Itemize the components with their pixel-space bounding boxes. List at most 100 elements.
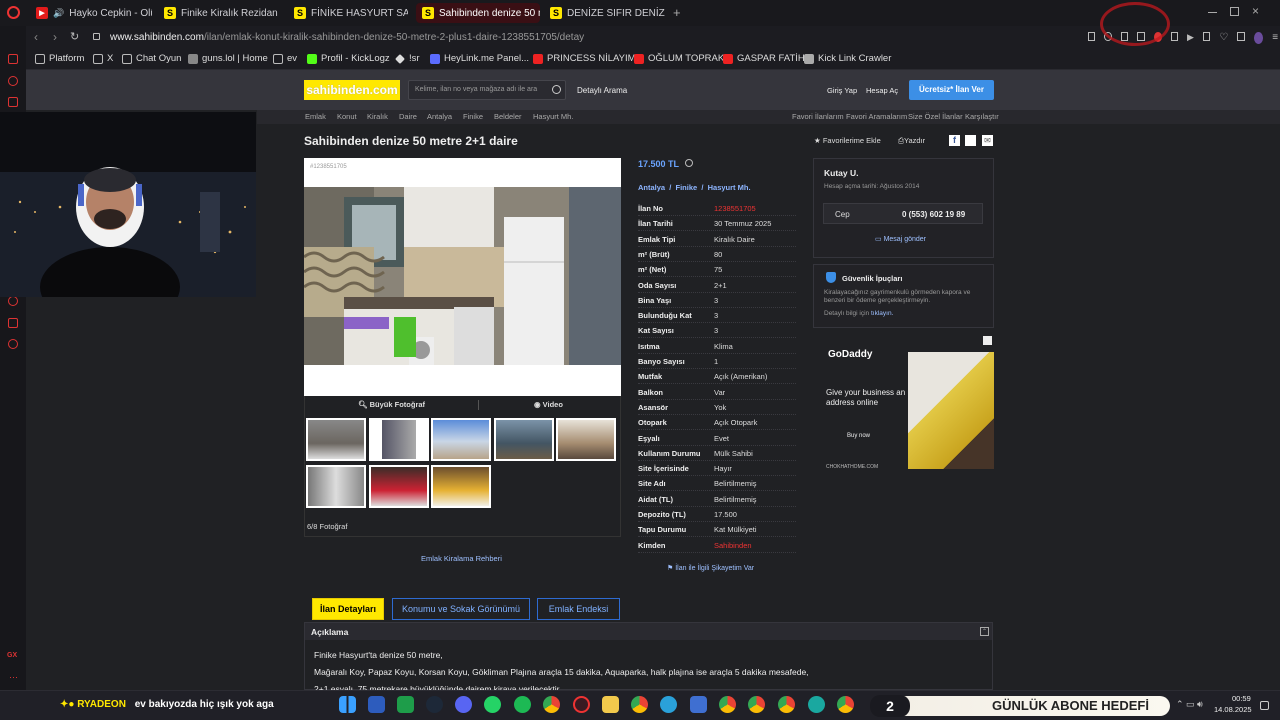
- sahibinden-logo[interactable]: sahibinden.com: [304, 80, 400, 100]
- notification-icon[interactable]: [1260, 701, 1269, 710]
- bookmark-kicklogz[interactable]: Profil - KickLogz: [307, 53, 390, 64]
- sidebar-settings-icon[interactable]: [8, 339, 18, 349]
- sidebar-messenger-icon[interactable]: [8, 54, 18, 64]
- register-link[interactable]: Hesap Aç: [866, 86, 898, 95]
- rental-guide-link[interactable]: Emlak Kiralama Rehberi: [421, 554, 502, 563]
- tab-youtube[interactable]: ▶ 🔊 Hayko Cepkin - Olüyo: [30, 3, 152, 23]
- opera-logo-icon[interactable]: [7, 6, 20, 19]
- minimize-icon[interactable]: [1208, 12, 1217, 13]
- bookmark-princess[interactable]: PRINCESS NİLAYIM: [533, 53, 636, 64]
- extensions-icon[interactable]: [1237, 32, 1245, 41]
- login-link[interactable]: Giriş Yap: [827, 86, 857, 95]
- twitter-share-icon[interactable]: [965, 135, 976, 146]
- chrome-icon[interactable]: [748, 696, 765, 713]
- bookmark-gaspar[interactable]: GASPAR FATİH: [723, 53, 805, 64]
- chrome-profile-icon[interactable]: [631, 696, 648, 713]
- send-icon[interactable]: [1202, 32, 1211, 41]
- url-field[interactable]: www.sahibinden.com/ilan/emlak-konut-kira…: [110, 32, 584, 43]
- chrome-icon[interactable]: [837, 696, 854, 713]
- edge-icon[interactable]: [808, 696, 825, 713]
- godaddy-ad[interactable]: GoDaddy Give your business an address on…: [823, 336, 994, 474]
- top-link-fav-searches[interactable]: Favori Aramalarım: [846, 112, 907, 121]
- complaint-link[interactable]: ⚑ İlan ile İlgili Şikayetim Var: [667, 564, 754, 572]
- sidebar-toggle-icon[interactable]: [1088, 32, 1096, 41]
- search-icon[interactable]: [552, 85, 561, 94]
- ad-buy-button[interactable]: Buy now: [847, 433, 870, 439]
- spotify-icon[interactable]: [514, 696, 531, 713]
- heart-icon[interactable]: ♡: [1219, 32, 1228, 45]
- sidebar-more-icon[interactable]: ⋯: [9, 672, 18, 683]
- top-link-special[interactable]: Size Özel İlanlar: [908, 112, 963, 121]
- breadcrumb-item[interactable]: Emlak: [305, 112, 326, 121]
- bookmark-chat-oyun[interactable]: Chat Oyun: [122, 53, 181, 64]
- file-explorer-icon[interactable]: [602, 696, 619, 713]
- breadcrumb-item[interactable]: Antalya: [427, 112, 452, 121]
- chrome-icon[interactable]: [719, 696, 736, 713]
- phone-box[interactable]: Cep 0 (553) 602 19 89: [823, 203, 983, 224]
- bookmark-heylink[interactable]: HeyLink.me Panel...: [430, 53, 529, 64]
- sidebar-history-icon[interactable]: [8, 76, 18, 86]
- play-icon[interactable]: ▶: [1187, 32, 1194, 45]
- print-link[interactable]: ⎙Yazdır: [898, 136, 925, 146]
- settings-app-icon[interactable]: [690, 696, 707, 713]
- bookmark-guns[interactable]: guns.lol | Home: [188, 53, 268, 64]
- seller-name[interactable]: Kutay U.: [824, 168, 858, 178]
- site-search-input[interactable]: Kelime, ilan no veya mağaza adı ile ara: [408, 80, 566, 100]
- opera-gx-icon[interactable]: [573, 696, 590, 713]
- bookmark-x[interactable]: X: [93, 53, 113, 64]
- tab-deniz-sifir[interactable]: S DENİZE SIFIR DENİZ MAN: [544, 3, 666, 23]
- tab-listing-details[interactable]: İlan Detayları: [312, 598, 384, 620]
- breadcrumb-item[interactable]: Konut: [337, 112, 357, 121]
- collapse-icon[interactable]: ⌃: [980, 627, 989, 636]
- sidebar-extensions-icon[interactable]: [8, 318, 18, 328]
- detailed-search-link[interactable]: Detaylı Arama: [577, 86, 627, 95]
- tab-finike-rezidans[interactable]: S Finike Kiralık Rezidans, V: [158, 3, 278, 23]
- post-ad-button[interactable]: Ücretsiz* İlan Ver: [909, 80, 994, 100]
- chrome-icon[interactable]: [778, 696, 795, 713]
- windows-start-icon[interactable]: [339, 696, 356, 713]
- tab-real-estate-index[interactable]: Emlak Endeksi: [537, 598, 620, 620]
- back-icon[interactable]: ‹: [34, 30, 38, 44]
- security-app-icon[interactable]: [368, 696, 385, 713]
- tray-icons[interactable]: ⌃ ▭ 🔊︎: [1176, 699, 1203, 710]
- discord-icon[interactable]: [455, 696, 472, 713]
- breadcrumb-item[interactable]: Finike: [463, 112, 483, 121]
- xbox-app-icon[interactable]: [397, 696, 414, 713]
- whatsapp-icon[interactable]: [484, 696, 501, 713]
- price-history-icon[interactable]: [685, 159, 694, 167]
- tab-location-street[interactable]: Konumu ve Sokak Görünümü: [392, 598, 530, 620]
- translate-icon[interactable]: [1170, 32, 1179, 41]
- window-controls[interactable]: ×: [1200, 4, 1270, 19]
- breadcrumb-item[interactable]: Daire: [399, 112, 417, 121]
- location-link[interactable]: Antalya / Finike / Hasyurt Mh.: [638, 183, 751, 192]
- bookmark-ev[interactable]: ev: [273, 53, 297, 64]
- steam-icon[interactable]: [426, 696, 443, 713]
- sidebar-gx-icon[interactable]: GX: [7, 652, 17, 659]
- bookmark-oglum-toprak[interactable]: OĞLUM TOPRAK: [634, 53, 724, 64]
- email-share-icon[interactable]: ✉: [982, 135, 993, 146]
- sidebar-wallet-icon[interactable]: [8, 97, 18, 107]
- sidebar-history2-icon[interactable]: [8, 296, 18, 306]
- new-tab-plus-icon[interactable]: +: [673, 5, 681, 20]
- chrome-icon[interactable]: [543, 696, 560, 713]
- maximize-icon[interactable]: [1230, 7, 1239, 16]
- facebook-share-icon[interactable]: f: [949, 135, 960, 146]
- top-link-fav-ads[interactable]: Favori İlanlarım: [792, 112, 844, 121]
- tab-finike-hasyurt[interactable]: S FİNİKE HASYURT SAHİL: [288, 3, 408, 23]
- menu-icon[interactable]: ≡: [1272, 32, 1278, 45]
- safety-more-link[interactable]: tıklayın.: [871, 310, 893, 317]
- listing-main-photo[interactable]: [304, 187, 621, 365]
- bookmark-sr[interactable]: !sr: [395, 53, 420, 64]
- breadcrumb-item[interactable]: Beldeler: [494, 112, 522, 121]
- telegram-icon[interactable]: [660, 696, 677, 713]
- bookmark-platform[interactable]: Platform: [35, 53, 84, 64]
- profile-avatar[interactable]: [1253, 32, 1264, 44]
- breadcrumb-item[interactable]: Hasyurt Mh.: [533, 112, 573, 121]
- add-favorite-link[interactable]: ★ Favorilerime Ekle: [814, 136, 881, 145]
- reload-icon[interactable]: ↻: [70, 30, 79, 43]
- close-icon[interactable]: ×: [1252, 4, 1259, 18]
- breadcrumb-item[interactable]: Kiralık: [367, 112, 388, 121]
- bookmark-kick-crawler[interactable]: Kick Link Crawler: [804, 53, 891, 64]
- top-link-compare[interactable]: Karşılaştır: [965, 112, 999, 121]
- forward-icon[interactable]: ›: [53, 30, 57, 44]
